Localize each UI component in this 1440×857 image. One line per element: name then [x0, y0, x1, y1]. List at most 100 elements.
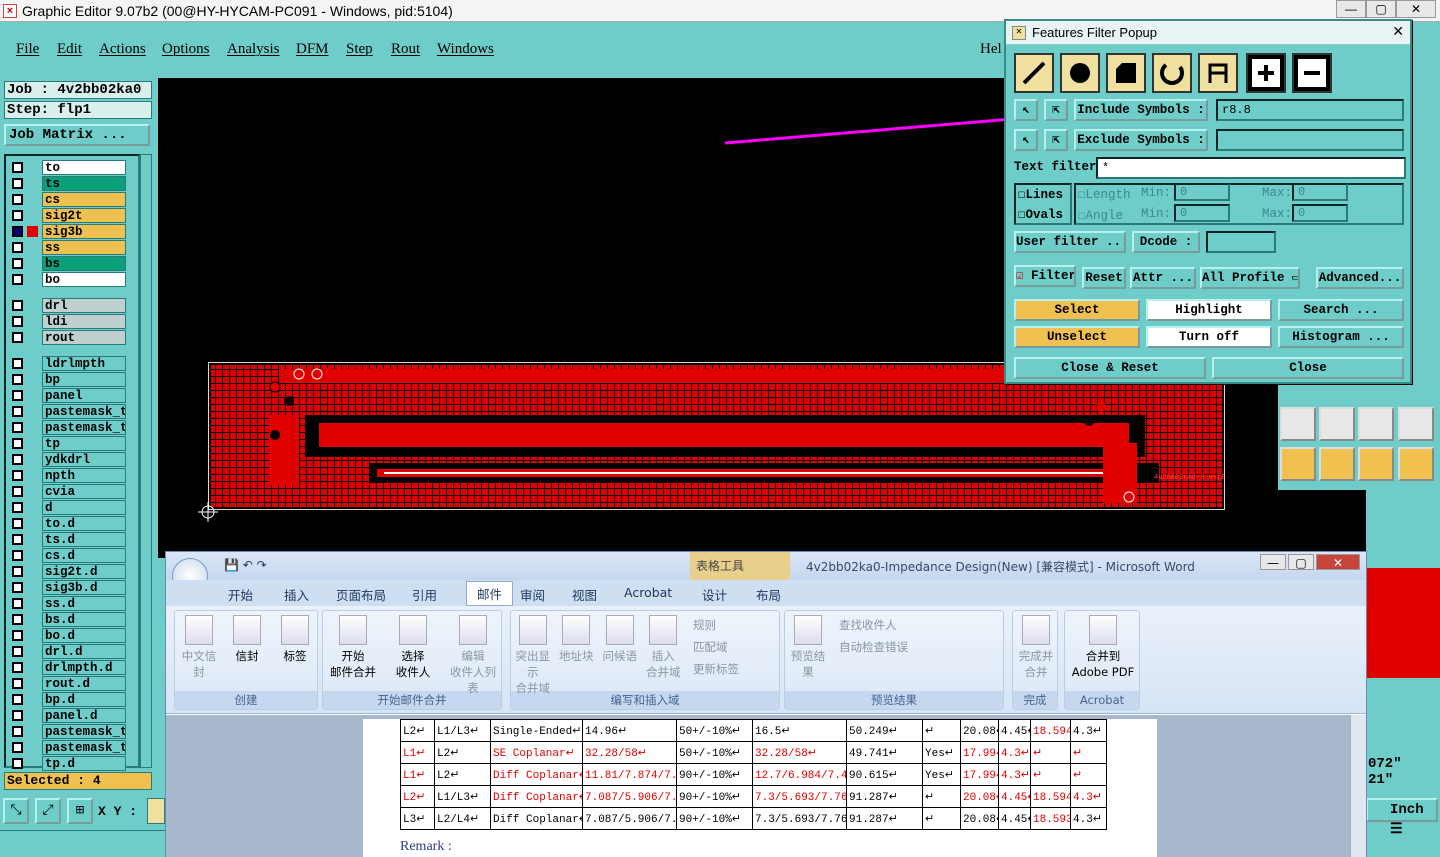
line-symbol-icon[interactable]	[1014, 53, 1054, 93]
layer-row[interactable]: ldrlmpth	[6, 356, 138, 372]
layer-row[interactable]: drl.d	[6, 644, 138, 660]
ribbon-small-button[interactable]: 查找收件人	[839, 617, 897, 633]
angle-max-input[interactable]: 0	[1292, 204, 1348, 222]
layer-name[interactable]: ldi	[42, 314, 126, 329]
menu-help[interactable]: Hel	[980, 41, 1002, 58]
layer-name[interactable]: cs.d	[42, 548, 126, 563]
table-cell[interactable]: SE Coplanar↵	[490, 741, 583, 764]
grid-icon[interactable]: ⊞	[67, 798, 93, 824]
layer-name[interactable]: drl	[42, 298, 126, 313]
turn-off-button[interactable]: Turn off	[1146, 326, 1272, 348]
table-cell[interactable]: 7.3/5.693/7.763↵	[752, 807, 847, 830]
layer-checkbox[interactable]	[12, 316, 23, 327]
table-cell[interactable]: 4.45↵	[998, 807, 1031, 830]
table-cell[interactable]: L2/L4↵	[434, 807, 491, 830]
table-cell[interactable]: L2↵	[434, 741, 491, 764]
layer-name[interactable]: bp.d	[42, 692, 126, 707]
tool-triangle-icon[interactable]	[1280, 407, 1316, 441]
layer-row[interactable]: drlmpth.d	[6, 660, 138, 676]
layer-name[interactable]: bs	[42, 256, 126, 271]
length-max-input[interactable]: 0	[1292, 183, 1348, 201]
positive-symbol-icon[interactable]	[1246, 53, 1286, 93]
ribbon-button[interactable]: 中文信封	[177, 615, 221, 680]
layer-row[interactable]: bo	[6, 272, 138, 288]
menu-analysis[interactable]: Analysis	[227, 41, 280, 58]
tool-pointer-path-icon[interactable]	[1398, 447, 1434, 481]
layer-checkbox[interactable]	[12, 274, 23, 285]
layer-checkbox[interactable]	[12, 242, 23, 253]
unit-select[interactable]: Inch ☰	[1366, 798, 1438, 838]
text-symbol-icon[interactable]	[1198, 53, 1238, 93]
layer-row[interactable]: ts	[6, 176, 138, 192]
ribbon-small-button[interactable]: 更新标签	[693, 661, 739, 677]
ribbon-tab[interactable]: 审阅	[520, 585, 545, 604]
table-cell[interactable]: ↵	[1030, 763, 1071, 786]
tool-pointer-circle-icon[interactable]	[1358, 447, 1394, 481]
maximize-button[interactable]: ▢	[1366, 0, 1396, 18]
table-cell[interactable]: 7.087/5.906/7.87↵	[582, 807, 677, 830]
layer-name[interactable]: cs	[42, 192, 126, 207]
document-area[interactable]: L2↵ L1/L3↵ Single-Ended↵ 14.96↵ 50+/-10%↵ 16.…	[166, 715, 1366, 857]
layer-name[interactable]: ss.d	[42, 596, 126, 611]
layer-checkbox[interactable]	[12, 374, 23, 385]
length-min-input[interactable]: 0	[1174, 183, 1230, 201]
table-cell[interactable]: L3↵	[400, 807, 435, 830]
layer-name[interactable]: pastemask_to	[42, 420, 126, 435]
layer-name[interactable]: rout.d	[42, 676, 126, 691]
table-cell[interactable]: 90+/-10%↵	[676, 763, 753, 786]
table-cell[interactable]: 50.249↵	[846, 719, 923, 742]
layer-name[interactable]: d	[42, 500, 126, 515]
layer-checkbox[interactable]	[12, 678, 23, 689]
menu-rout[interactable]: Rout	[391, 41, 420, 58]
include-symbols-button[interactable]: Include Symbols :	[1074, 99, 1208, 121]
ovals-checkbox[interactable]: ☐Ovals	[1018, 206, 1063, 222]
menu-edit[interactable]: Edit	[57, 41, 82, 58]
zoom-icon[interactable]: ⤡	[3, 798, 29, 824]
dcode-input[interactable]	[1206, 231, 1276, 253]
ribbon-small-button[interactable]: 匹配域	[693, 639, 728, 655]
highlight-button[interactable]: Highlight	[1146, 299, 1272, 321]
include-pick-icon[interactable]: ↖	[1014, 99, 1038, 121]
length-checkbox[interactable]: ☐Length	[1078, 186, 1131, 202]
layer-name[interactable]: drlmpth.d	[42, 660, 126, 675]
layer-row[interactable]: cs.d	[6, 548, 138, 564]
menu-options[interactable]: Options	[162, 41, 210, 58]
layer-checkbox[interactable]	[12, 710, 23, 721]
table-cell[interactable]: 20.08↵	[960, 719, 999, 742]
dcode-button[interactable]: Dcode :	[1132, 231, 1200, 253]
layer-name[interactable]: to	[42, 160, 126, 175]
ribbon-tab[interactable]: 视图	[572, 585, 597, 604]
table-cell[interactable]: Yes↵	[922, 763, 961, 786]
table-cell[interactable]: 4.3↵	[1070, 807, 1107, 830]
ribbon-button[interactable]: 合并到 Adobe PDF	[1067, 615, 1139, 680]
layer-name[interactable]: ss	[42, 240, 126, 255]
layer-scrollbar[interactable]	[140, 154, 152, 768]
close-button[interactable]: ✕	[1396, 0, 1436, 18]
table-cell[interactable]: 4.3↵	[998, 763, 1031, 786]
ribbon-tab[interactable]: 插入	[284, 585, 309, 604]
exclude-symbols-input[interactable]	[1216, 129, 1404, 151]
ribbon-button[interactable]: 突出显示 合并域	[513, 615, 553, 696]
job-matrix-button[interactable]: Job Matrix ...	[4, 124, 150, 146]
ribbon-tab[interactable]: 页面布局	[336, 585, 386, 604]
include-select-icon[interactable]: ⇱	[1044, 99, 1068, 121]
table-cell[interactable]: 20.08↵	[960, 785, 999, 808]
layer-row[interactable]: pastemask_to	[6, 724, 138, 740]
layer-name[interactable]: ldrlmpth	[42, 356, 126, 371]
table-cell[interactable]: 90+/-10%↵	[676, 785, 753, 808]
table-cell[interactable]: 50+/-10%↵	[676, 719, 753, 742]
layer-row[interactable]: cvia	[6, 484, 138, 500]
layer-name[interactable]: drl.d	[42, 644, 126, 659]
all-profile-select[interactable]: All Profile ▭	[1200, 267, 1300, 289]
layer-name[interactable]: ts	[42, 176, 126, 191]
ribbon-button[interactable]: 地址块	[557, 615, 597, 664]
layer-name[interactable]: sig3b	[42, 224, 126, 239]
table-cell[interactable]: 90+/-10%↵	[676, 807, 753, 830]
layer-checkbox[interactable]	[12, 300, 23, 311]
table-cell[interactable]: L2↵	[400, 719, 435, 742]
surface-symbol-icon[interactable]	[1106, 53, 1146, 93]
layer-name[interactable]: pastemask_to	[42, 724, 126, 739]
table-cell[interactable]: 20.08↵	[960, 807, 999, 830]
layer-name[interactable]: bp	[42, 372, 126, 387]
table-cell[interactable]: 4.3↵	[1070, 719, 1107, 742]
